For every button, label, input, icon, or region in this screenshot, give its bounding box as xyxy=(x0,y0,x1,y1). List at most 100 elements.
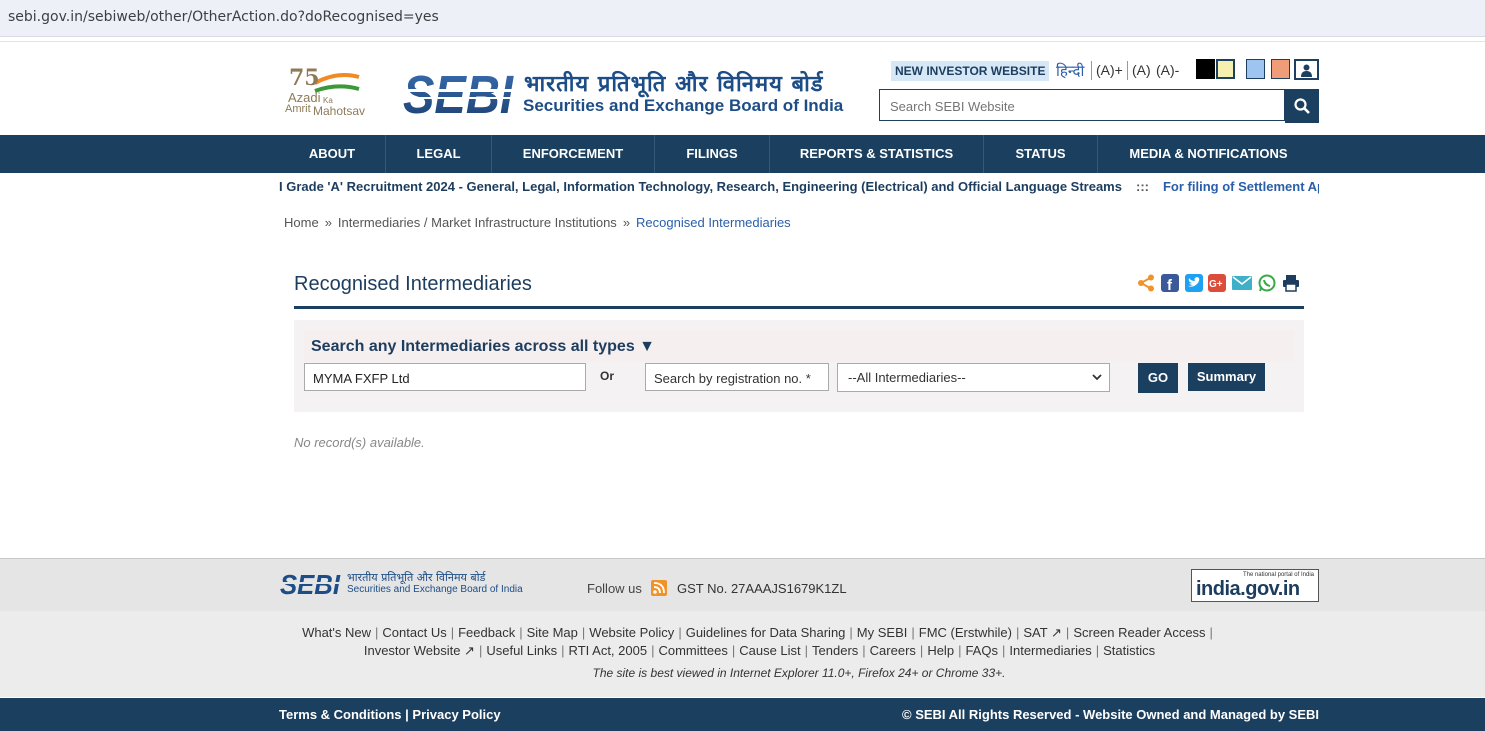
nav-status[interactable]: STATUS xyxy=(984,135,1098,173)
footer-link-committees[interactable]: Committees xyxy=(658,643,727,658)
browser-address-bar[interactable]: sebi.gov.in/sebiweb/other/OtherAction.do… xyxy=(0,0,1485,37)
breadcrumb-intermediaries[interactable]: Intermediaries / Market Infrastructure I… xyxy=(338,215,617,230)
footer-legal-links: Terms & Conditions | Privacy Policy xyxy=(279,707,501,722)
font-normal-button[interactable]: (A) xyxy=(1132,62,1151,78)
breadcrumb-current: Recognised Intermediaries xyxy=(636,215,791,230)
footer-link-cause-list[interactable]: Cause List xyxy=(739,643,800,658)
footer-link-my-sebi[interactable]: My SEBI xyxy=(857,625,908,640)
font-decrease-button[interactable]: (A)- xyxy=(1156,62,1179,78)
theme-orange-button[interactable] xyxy=(1271,59,1290,79)
divider xyxy=(0,41,1485,42)
new-investor-website-link[interactable]: NEW INVESTOR WEBSITE xyxy=(891,61,1050,81)
font-increase-button[interactable]: (A)+ xyxy=(1096,62,1123,78)
email-icon[interactable] xyxy=(1232,274,1252,297)
divider xyxy=(1091,61,1092,80)
browser-compatibility-note: The site is best viewed in Internet Expl… xyxy=(592,666,1006,680)
footer-link-screen-reader[interactable]: Screen Reader Access xyxy=(1073,625,1205,640)
registration-number-input[interactable] xyxy=(652,365,828,391)
search-heading-toggle[interactable]: Search any Intermediaries across all typ… xyxy=(311,338,655,356)
sebi-title-hindi: भारतीय प्रतिभूति और विनिमय बोर्ड xyxy=(524,72,824,97)
svg-text:G+: G+ xyxy=(1209,279,1223,290)
theme-blue-button[interactable] xyxy=(1246,59,1265,79)
footer-link-rti[interactable]: RTI Act, 2005 xyxy=(569,643,648,658)
facebook-icon[interactable]: f xyxy=(1161,274,1179,297)
footer-links-row-1: What's New | Contact Us | Feedback | Site Map |… xyxy=(302,625,1213,640)
accessibility-user-button[interactable] xyxy=(1294,59,1319,80)
ticker-item[interactable]: I Grade 'A' Recruitment 2024 - General, … xyxy=(279,179,1122,194)
footer-link-faqs[interactable]: FAQs xyxy=(965,643,998,658)
nav-filings[interactable]: FILINGS xyxy=(655,135,770,173)
title-underline xyxy=(294,306,1304,309)
or-label: Or xyxy=(600,369,615,383)
site-search-field[interactable] xyxy=(879,89,1285,121)
footer-links-row-2: Investor Website ↗ | Useful Links | RTI Act,… xyxy=(363,643,1156,658)
azadi-75: 75 xyxy=(289,65,320,91)
india-gov-portal-link[interactable]: The national portal of India india.gov.i… xyxy=(1191,569,1319,602)
footer-link-statistics[interactable]: Statistics xyxy=(1103,643,1155,658)
intermediary-name-field[interactable] xyxy=(304,363,586,391)
breadcrumb-separator: » xyxy=(622,215,631,230)
google-plus-icon[interactable]: G+ xyxy=(1208,274,1226,297)
footer-logo-hindi: भारतीय प्रतिभूति और विनिमय बोर्ड xyxy=(347,571,486,584)
news-ticker: I Grade 'A' Recruitment 2024 - General, … xyxy=(279,174,1319,200)
footer-link-fmc[interactable]: FMC (Erstwhile) xyxy=(919,625,1012,640)
footer-sebi-logo[interactable]: SEBI xyxy=(280,570,342,596)
footer-link-contact[interactable]: Contact Us xyxy=(382,625,446,640)
intermediary-type-value: --All Intermediaries-- xyxy=(848,370,966,385)
registration-number-field[interactable] xyxy=(645,363,829,391)
azadi-text: Amrit xyxy=(285,103,311,115)
footer-link-sat[interactable]: SAT ↗ xyxy=(1023,625,1062,640)
site-search-button[interactable] xyxy=(1285,89,1319,123)
url-text[interactable]: sebi.gov.in/sebiweb/other/OtherAction.do… xyxy=(8,9,439,25)
page-title: Recognised Intermediaries xyxy=(294,273,532,295)
footer-link-feedback[interactable]: Feedback xyxy=(458,625,515,640)
go-button[interactable]: GO xyxy=(1138,363,1178,393)
india-gov-label: india.gov.in xyxy=(1196,578,1300,600)
footer-link-useful-links[interactable]: Useful Links xyxy=(486,643,557,658)
azadi-text: Mahotsav xyxy=(313,104,366,118)
breadcrumb-separator: » xyxy=(324,215,332,230)
summary-button[interactable]: Summary xyxy=(1188,363,1265,391)
print-icon[interactable] xyxy=(1282,274,1300,297)
nav-enforcement[interactable]: ENFORCEMENT xyxy=(492,135,655,173)
nav-about[interactable]: ABOUT xyxy=(279,135,386,173)
footer-link-tenders[interactable]: Tenders xyxy=(812,643,858,658)
theme-black-button[interactable] xyxy=(1196,59,1215,79)
breadcrumb: Home » Intermediaries / Market Infrastruct… xyxy=(284,215,791,230)
footer-link-data-sharing[interactable]: Guidelines for Data Sharing xyxy=(686,625,846,640)
ticker-item[interactable]: For filing of Settlement Application xyxy=(1163,179,1319,194)
footer-link-intermediaries[interactable]: Intermediaries xyxy=(1009,643,1091,658)
privacy-policy-link[interactable]: Privacy Policy xyxy=(412,707,500,722)
breadcrumb-home[interactable]: Home xyxy=(284,215,319,230)
sebi-title-english: Securities and Exchange Board of India xyxy=(523,96,844,115)
nav-legal[interactable]: LEGAL xyxy=(386,135,492,173)
whatsapp-icon[interactable] xyxy=(1258,274,1276,297)
divider xyxy=(1127,61,1128,80)
nav-media-notifications[interactable]: MEDIA & NOTIFICATIONS xyxy=(1098,135,1319,173)
footer-link-investor-website[interactable]: Investor Website ↗ xyxy=(364,643,475,658)
search-icon xyxy=(1294,98,1310,114)
user-icon xyxy=(1301,64,1312,77)
intermediary-type-select[interactable]: --All Intermediaries-- xyxy=(837,363,1110,392)
sebi-logo[interactable]: SEBI xyxy=(403,67,515,117)
theme-yellow-button[interactable] xyxy=(1216,59,1235,79)
footer-logo-english: Securities and Exchange Board of India xyxy=(347,584,523,595)
site-search-input[interactable] xyxy=(888,91,1282,121)
chevron-down-icon xyxy=(1092,374,1102,381)
footer-link-whats-new[interactable]: What's New xyxy=(302,625,371,640)
main-navigation: ABOUT LEGAL ENFORCEMENT FILINGS REPORTS … xyxy=(0,135,1485,173)
gst-number: GST No. 27AAAJS1679K1ZL xyxy=(677,581,847,596)
footer-link-careers[interactable]: Careers xyxy=(870,643,916,658)
ticker-separator: ::: xyxy=(1135,179,1149,194)
share-icon[interactable] xyxy=(1137,274,1155,297)
nav-reports-statistics[interactable]: REPORTS & STATISTICS xyxy=(770,135,984,173)
intermediary-name-input[interactable] xyxy=(311,365,585,391)
footer-link-help[interactable]: Help xyxy=(927,643,954,658)
footer-link-sitemap[interactable]: Site Map xyxy=(527,625,578,640)
rss-icon[interactable] xyxy=(651,580,667,596)
terms-conditions-link[interactable]: Terms & Conditions xyxy=(279,707,402,722)
hindi-language-link[interactable]: हिन्दी xyxy=(1056,61,1084,81)
twitter-icon[interactable] xyxy=(1185,274,1203,297)
footer-link-website-policy[interactable]: Website Policy xyxy=(589,625,674,640)
copyright-text: © SEBI All Rights Reserved - Website Own… xyxy=(902,707,1319,722)
